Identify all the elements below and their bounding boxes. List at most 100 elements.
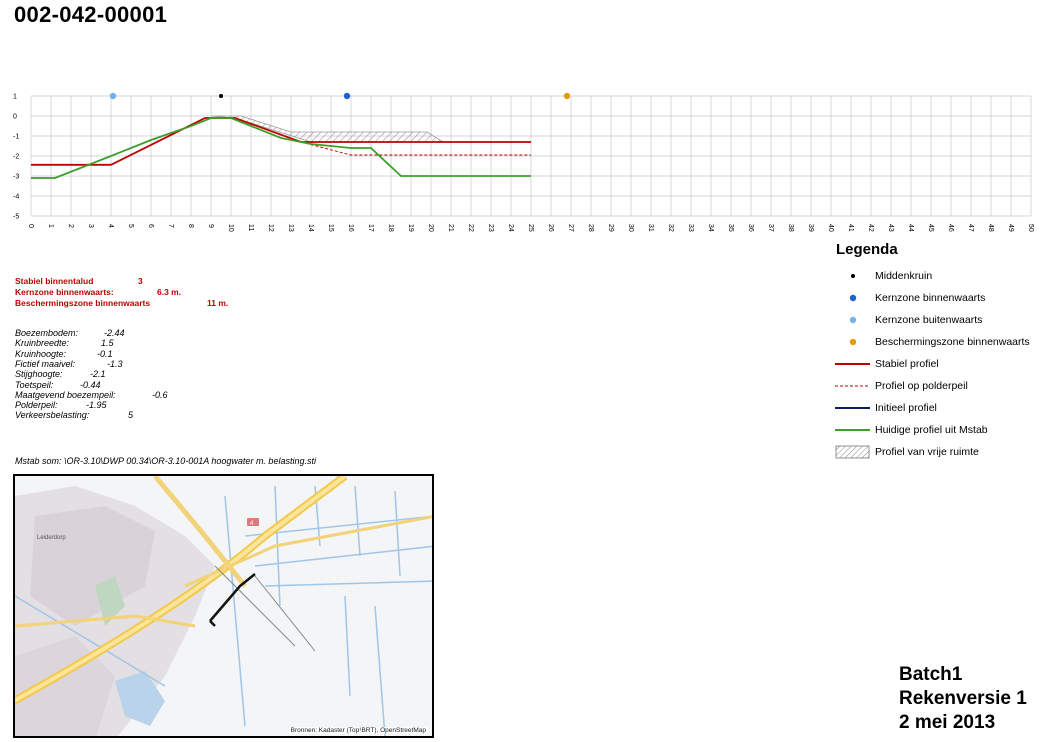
series-line (31, 117, 531, 179)
legend-label: Kernzone buitenwaarts (875, 314, 983, 326)
x-tick-label: 37 (767, 224, 774, 232)
marker-point (219, 94, 223, 98)
chart-ticks: 10-1-2-3-4-50 1 2 3 4 5 6 7 8 9 10 11 12 13 14 15 16 17 18… (13, 94, 1034, 232)
mstab-path: Mstab som: \OR-3.10\DWP 00.34\OR-3.10-00… (15, 456, 316, 466)
legend-label: Huidige profiel uit Mstab (875, 424, 988, 436)
x-tick-label: 17 (367, 224, 374, 232)
y-tick-label: 0 (13, 114, 17, 121)
x-tick-label: 38 (787, 224, 794, 232)
x-tick-label: 42 (867, 224, 874, 232)
legend-label: Middenkruin (875, 270, 933, 282)
kernzone-binnenwaarts-label: Kernzone binnenwaarts: (15, 287, 114, 297)
document-title: 002-042-00001 (14, 2, 168, 27)
x-tick-label: 34 (707, 224, 714, 232)
legend-symbol (835, 423, 870, 437)
legend-symbol (835, 313, 870, 327)
x-tick-label: 13 (287, 224, 294, 232)
param-value: -1.95 (86, 400, 107, 411)
legend-symbol (835, 335, 870, 349)
param-value: -2.44 (104, 328, 125, 338)
x-tick-label: 44 (907, 224, 914, 232)
x-tick-label: 9 (207, 224, 214, 228)
x-tick-label: 50 (1027, 224, 1034, 232)
x-tick-label: 1 (47, 224, 54, 228)
x-tick-label: 48 (987, 224, 994, 232)
legend-label: Profiel van vrije ruimte (875, 446, 979, 458)
location-map: 4 Leiderdorp Bronnen: Kadaster (Top¹BRT)… (13, 474, 434, 738)
x-tick-label: 28 (587, 224, 594, 232)
legend-symbol (835, 401, 870, 415)
map-credit: Bronnen: Kadaster (Top¹BRT), OpenStreetM… (288, 727, 428, 734)
x-tick-label: 19 (407, 224, 414, 232)
dike-profile-chart: 10-1-2-3-4-50 1 2 3 4 5 6 7 8 9 10 11 12 13 14 15 16 17 18… (13, 92, 1034, 232)
param-label: Polderpeil: (15, 400, 58, 411)
param-label: Boezembodem: (15, 328, 79, 338)
chart-series (31, 117, 531, 179)
x-tick-label: 20 (427, 224, 434, 232)
param-label: Fictief maaivel: (15, 358, 76, 369)
x-tick-label: 8 (187, 224, 194, 228)
map-place-label: Leiderdorp (37, 535, 66, 541)
x-tick-label: 7 (167, 224, 174, 228)
legend-symbol (835, 445, 870, 459)
x-tick-label: 23 (487, 224, 494, 232)
x-tick-label: 32 (667, 224, 674, 232)
x-tick-label: 4 (107, 224, 114, 228)
beschermingszone-label: Beschermingszone binnenwaarts (15, 298, 151, 308)
legend-title: Legenda (836, 241, 898, 258)
x-tick-label: 5 (127, 224, 134, 228)
x-tick-label: 21 (447, 224, 454, 232)
x-tick-label: 27 (567, 224, 574, 232)
x-tick-label: 10 (227, 224, 234, 232)
y-tick-label: -3 (13, 174, 19, 181)
param-label: Kruinhoogte: (15, 348, 67, 359)
param-label: Toetspeil: (15, 379, 54, 390)
x-tick-label: 11 (247, 224, 254, 231)
x-tick-label: 40 (827, 224, 834, 232)
param-label: Kruinbreedte: (15, 338, 70, 349)
x-tick-label: 35 (727, 224, 734, 232)
x-tick-label: 24 (507, 224, 514, 232)
param-label: Maatgevend boezempeil: (15, 389, 116, 400)
x-tick-label: 33 (687, 224, 694, 232)
batch-name: Batch1 (899, 664, 963, 685)
legend-symbol (835, 379, 870, 393)
marker-point (563, 92, 571, 100)
x-tick-label: 47 (967, 224, 974, 232)
x-tick-label: 15 (327, 224, 334, 232)
x-tick-label: 25 (527, 224, 534, 232)
legend-label: Beschermingszone binnenwaarts (875, 336, 1030, 348)
x-tick-label: 6 (147, 224, 154, 228)
param-value: -0.6 (152, 389, 168, 400)
kernzone-binnenwaarts-value: 6.3 m. (157, 287, 182, 297)
x-tick-label: 0 (27, 224, 34, 228)
batch-date: 2 mei 2013 (899, 712, 996, 733)
y-tick-label: -1 (13, 134, 19, 141)
legend-symbol (835, 357, 870, 371)
x-tick-label: 14 (307, 224, 314, 232)
y-tick-label: -2 (13, 154, 19, 161)
param-value: 5 (128, 410, 134, 421)
series-line (300, 141, 531, 156)
legend-label: Kernzone binnenwaarts (875, 292, 986, 304)
marker-point (109, 92, 117, 100)
x-tick-label: 12 (267, 224, 274, 232)
free-space-area (210, 115, 445, 143)
x-tick-label: 41 (847, 224, 854, 232)
param-label: Stijghoogte: (15, 369, 63, 380)
param-label: Verkeersbelasting: (15, 410, 90, 421)
param-value: -1.3 (107, 358, 123, 369)
free-space-polygon (210, 115, 445, 143)
y-tick-label: 1 (13, 94, 17, 101)
x-tick-label: 26 (547, 224, 554, 232)
legend-symbol (835, 269, 870, 283)
x-tick-label: 49 (1007, 224, 1014, 232)
legend-label: Initieel profiel (875, 402, 937, 414)
stabiel-binnentalud-value: 3 (138, 276, 143, 286)
x-tick-label: 46 (947, 224, 954, 232)
legend-label: Stabiel profiel (875, 358, 939, 370)
beschermingszone-value: 11 m. (207, 298, 229, 308)
stabiel-binnentalud-label: Stabiel binnentalud (15, 276, 94, 286)
map-drawing: 4 Leiderdorp (15, 476, 432, 736)
x-tick-label: 31 (647, 224, 654, 232)
